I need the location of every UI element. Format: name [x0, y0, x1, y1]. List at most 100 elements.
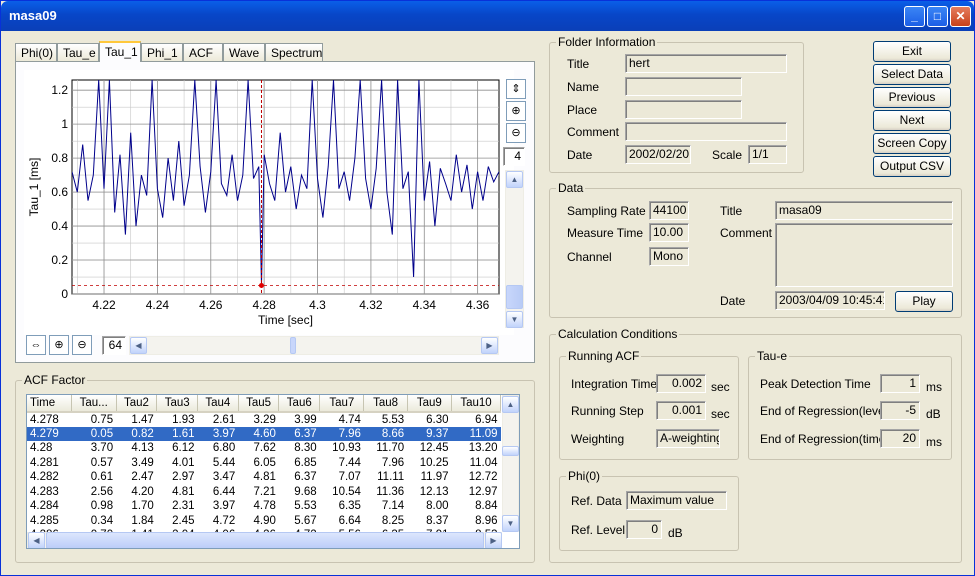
output-csv-button[interactable]: Output CSV — [873, 156, 951, 177]
table-cell: 4.20 — [131, 485, 154, 498]
hscroll-thumb[interactable] — [290, 337, 296, 354]
acf-column-header[interactable]: Tau... — [71, 395, 117, 413]
play-button[interactable]: Play — [895, 291, 953, 312]
acf-column-header[interactable]: Tau10 — [451, 395, 501, 413]
y-tick-label: 0.2 — [51, 253, 68, 267]
fit-vertical-icon[interactable]: ⇕ — [506, 79, 526, 99]
zoom-out-vertical-icon[interactable]: ⊖ — [506, 123, 526, 143]
acf-column-header[interactable]: Tau2 — [116, 395, 158, 413]
table-cell: 0.34 — [90, 514, 114, 527]
table-cell: 5.53 — [381, 413, 405, 426]
maximize-icon[interactable]: □ — [927, 6, 948, 27]
table-row[interactable]: 4.279 0.05 0.82 1.61 3.97 4.60 6.37 7.96 8.66 9.3… — [27, 426, 501, 441]
acf-table-view[interactable]: Time Tau... Tau2 Tau3 Tau4 Tau5 Tau6 Tau7 Tau8 Ta… — [26, 394, 520, 549]
exit-button[interactable]: Exit — [873, 41, 951, 62]
scroll-up-icon[interactable]: ▲ — [506, 171, 523, 188]
table-cell: 0.75 — [90, 413, 114, 426]
select-data-button[interactable]: Select Data — [873, 64, 951, 85]
scroll-down-icon[interactable]: ▼ — [506, 311, 523, 328]
tab-phi-0-[interactable]: Phi(0) — [15, 43, 57, 61]
acf-vscroll-thumb[interactable] — [502, 446, 519, 456]
acf-scroll-down-icon[interactable]: ▼ — [502, 515, 519, 532]
next-button[interactable]: Next — [873, 110, 951, 131]
scroll-left-icon[interactable]: ◀ — [130, 337, 147, 354]
minimize-icon[interactable]: _ — [904, 6, 925, 27]
table-cell: 4.60 — [238, 426, 279, 441]
acf-vertical-scrollbar[interactable]: ▲ ▼ — [502, 395, 519, 532]
data-title-field: masa09 — [775, 201, 953, 220]
tab-wave[interactable]: Wave — [223, 43, 265, 61]
y-tick-label: 0 — [61, 287, 68, 301]
ref-level-field: 0 — [626, 520, 662, 539]
folder-comment-label: Comment — [567, 125, 620, 139]
table-row[interactable]: 4.285 0.34 1.84 2.45 4.72 4.90 5.67 6.64 8.25 8.3… — [27, 514, 501, 529]
running-step-field: 0.001 — [656, 401, 706, 420]
table-row[interactable]: 4.283 2.56 4.20 4.81 6.44 7.21 9.68 10.54 11.36 1… — [27, 485, 501, 500]
acf-scroll-up-icon[interactable]: ▲ — [502, 396, 519, 413]
acf-scroll-right-icon[interactable]: ▶ — [485, 532, 502, 548]
tab-acf[interactable]: ACF — [183, 43, 223, 61]
acf-hscroll-thumb[interactable] — [46, 532, 484, 548]
table-row[interactable]: 4.284 0.98 1.70 2.31 3.97 4.78 5.53 6.35 7.14 8.0… — [27, 499, 501, 514]
acf-scroll-left-icon[interactable]: ◀ — [28, 532, 45, 548]
horizontal-scrollbar[interactable]: ◀ ▶ — [129, 336, 499, 355]
table-row[interactable]: 4.282 0.61 2.47 2.97 3.47 4.81 6.37 7.07 11.11 11… — [27, 470, 501, 485]
scroll-right-icon[interactable]: ▶ — [481, 337, 498, 354]
vertical-scrollbar[interactable]: ▲ ▼ — [505, 170, 524, 328]
previous-button[interactable]: Previous — [873, 87, 951, 108]
acf-horizontal-scrollbar[interactable]: ◀ ▶ — [27, 532, 502, 548]
table-cell: 2.45 — [172, 514, 195, 527]
table-cell: 3.97 — [197, 426, 239, 441]
table-row[interactable]: 4.28 3.70 4.13 6.12 6.80 7.62 8.30 10.93 11.70 12… — [27, 441, 501, 456]
acf-column-header[interactable]: Tau7 — [319, 395, 365, 413]
zoom-out-horizontal-icon[interactable]: ⊖ — [72, 335, 92, 355]
table-row[interactable]: 4.281 0.57 3.49 4.01 5.44 6.05 6.85 7.44 7.96 10.… — [27, 456, 501, 471]
weighting-field: A-weighting — [656, 429, 720, 448]
ref-level-unit: dB — [668, 526, 683, 540]
table-cell: 12.72 — [468, 471, 498, 484]
acf-column-header[interactable]: Tau5 — [238, 395, 280, 413]
acf-column-header[interactable]: Tau4 — [197, 395, 239, 413]
table-cell: 7.96 — [319, 426, 364, 441]
eor-time-unit: ms — [926, 435, 942, 449]
tab-phi-1[interactable]: Phi_1 — [141, 43, 183, 61]
acf-column-header[interactable]: Tau8 — [363, 395, 408, 413]
table-cell: 0.57 — [90, 456, 114, 469]
folder-comment-field — [625, 122, 787, 141]
table-cell: 6.30 — [426, 413, 449, 426]
table-cell: 4.81 — [172, 485, 195, 498]
screen-copy-button[interactable]: Screen Copy — [873, 133, 951, 154]
table-cell: 6.37 — [294, 471, 317, 484]
zoom-in-vertical-icon[interactable]: ⊕ — [506, 101, 526, 121]
eor-time-label: End of Regression(time) — [760, 432, 890, 446]
table-row[interactable]: 4.278 0.75 1.47 1.93 2.61 3.29 3.99 4.74 5.53 6.3… — [27, 412, 501, 427]
table-cell: 11.09 — [451, 426, 501, 441]
measure-time-field: 10.00 — [649, 223, 689, 242]
y-tick-label: 0.6 — [51, 185, 68, 199]
acf-column-header[interactable]: Tau6 — [278, 395, 321, 413]
close-icon[interactable]: ✕ — [950, 6, 971, 27]
fit-horizontal-icon[interactable]: ⇔ — [26, 335, 46, 355]
ref-data-field: Maximum value — [626, 491, 727, 510]
table-cell: 1.47 — [131, 413, 154, 426]
acf-column-header[interactable]: Time — [27, 395, 72, 413]
scroll-thumb[interactable] — [506, 285, 523, 309]
table-cell: 8.00 — [426, 500, 449, 513]
acf-factor-group: ACF Factor Time Tau... Tau2 Tau3 Tau4 Tau5 Tau… — [15, 373, 535, 563]
data-comment-field — [775, 223, 953, 287]
tau-e-label: Tau-e — [755, 349, 790, 363]
x-tick-label: 4.24 — [146, 298, 170, 312]
tab-tau-e[interactable]: Tau_e — [57, 43, 99, 61]
table-cell: 4.13 — [131, 442, 154, 455]
zoom-in-horizontal-icon[interactable]: ⊕ — [49, 335, 69, 355]
table-cell: 6.05 — [253, 456, 276, 469]
plot-area[interactable]: 4.22 4.24 4.26 4.28 4.3 4.32 4.34 4.36 0 0.2 0.4 0.… — [24, 70, 514, 335]
tab-tau-1[interactable]: Tau_1 — [99, 41, 141, 62]
calc-conditions-group: Calculation Conditions Running ACF Integ… — [549, 327, 962, 563]
peak-detection-unit: ms — [926, 380, 942, 394]
acf-column-header[interactable]: Tau9 — [407, 395, 453, 413]
tab-spectrum[interactable]: Spectrum — [265, 43, 323, 61]
x-tick-label: 4.22 — [92, 298, 116, 312]
acf-column-header[interactable]: Tau3 — [156, 395, 199, 413]
data-title-label: Title — [720, 204, 743, 218]
